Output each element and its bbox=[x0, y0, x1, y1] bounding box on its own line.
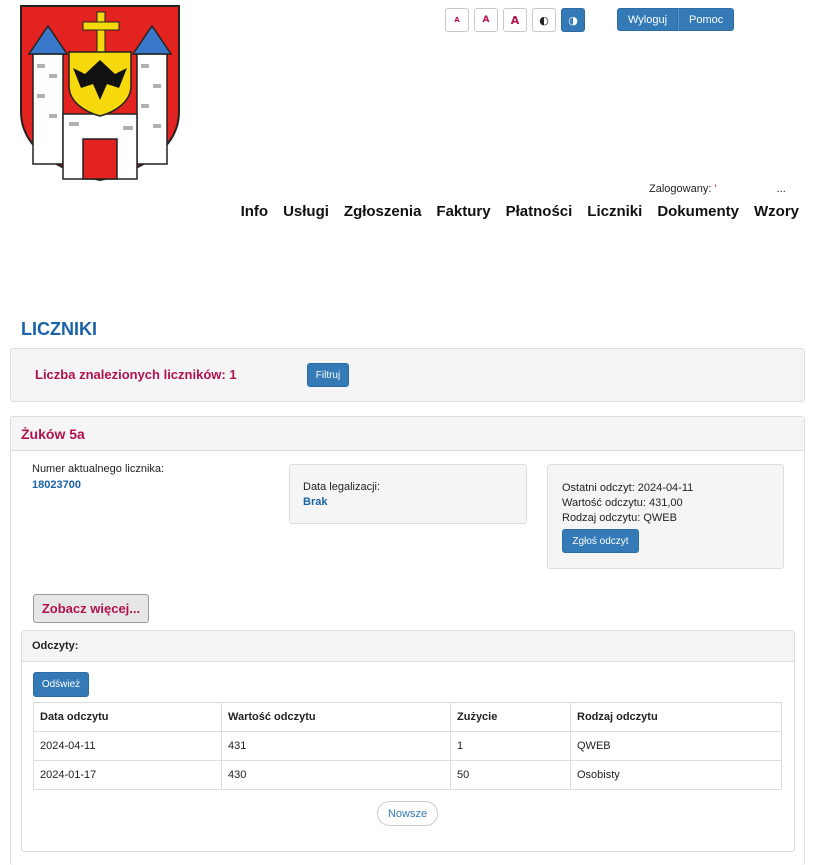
last-reading-box: Ostatni odczyt: 2024-04-11 Wartość odczy… bbox=[547, 464, 784, 569]
last-reading-type: Rodzaj odczytu: QWEB bbox=[562, 512, 677, 524]
table-cell: 1 bbox=[450, 731, 571, 761]
see-more-button[interactable]: Zobacz więcej... bbox=[33, 594, 149, 623]
table-row: 2024-04-11 431 1 QWEB bbox=[33, 731, 782, 761]
logged-in-label: Zalogowany: bbox=[649, 183, 712, 195]
page-title: LICZNIKI bbox=[21, 319, 97, 339]
report-reading-button[interactable]: Zgłoś odczyt bbox=[562, 529, 639, 553]
contrast-normal-button[interactable]: ◐ bbox=[532, 8, 556, 32]
font-size-small-button[interactable]: A bbox=[445, 8, 469, 32]
filter-button[interactable]: Filtruj bbox=[307, 363, 349, 387]
newer-button[interactable]: Nowsze bbox=[377, 801, 438, 826]
contrast-icon: ◑ bbox=[568, 13, 578, 27]
meter-address: Żuków 5a bbox=[11, 417, 804, 451]
coat-of-arms-icon bbox=[19, 4, 182, 182]
nav-uslugi[interactable]: Usługi bbox=[283, 203, 329, 220]
help-button[interactable]: Pomoc bbox=[678, 8, 735, 31]
table-cell: Osobisty bbox=[570, 760, 782, 790]
table-cell: 430 bbox=[221, 760, 451, 790]
readings-panel: Odczyty: Odśwież Data odczytu Wartość od… bbox=[21, 630, 795, 852]
nav-zgloszenia[interactable]: Zgłoszenia bbox=[344, 203, 422, 220]
table-cell: 431 bbox=[221, 731, 451, 761]
nav-platnosci[interactable]: Płatności bbox=[506, 203, 573, 220]
readings-title: Odczyty: bbox=[22, 631, 794, 662]
nav-wzory[interactable]: Wzory bbox=[754, 203, 799, 220]
nav-dokumenty[interactable]: Dokumenty bbox=[657, 203, 739, 220]
contrast-icon: ◐ bbox=[539, 13, 549, 27]
auth-button-group: Wyloguj Pomoc bbox=[617, 8, 735, 31]
logout-button[interactable]: Wyloguj bbox=[617, 8, 679, 31]
table-cell: 2024-04-11 bbox=[33, 731, 222, 761]
table-cell: 50 bbox=[450, 760, 571, 790]
meter-number-label: Numer aktualnego licznika: bbox=[32, 463, 165, 475]
column-header: Zużycie bbox=[450, 702, 571, 732]
legalization-box: Data legalizacji: Brak bbox=[289, 464, 527, 524]
logged-in-info: Zalogowany: ' ... bbox=[649, 183, 786, 195]
meter-number: 18023700 bbox=[32, 479, 81, 491]
font-size-large-button[interactable]: A bbox=[503, 8, 527, 32]
nav-info[interactable]: Info bbox=[241, 203, 269, 220]
logged-in-user: ' bbox=[714, 183, 717, 195]
meter-count: Liczba znalezionych liczników: 1 bbox=[35, 367, 237, 382]
font-size-medium-button[interactable]: A bbox=[474, 8, 498, 32]
table-header-row: Data odczytu Wartość odczytu Zużycie Rod… bbox=[33, 702, 782, 732]
column-header: Rodzaj odczytu bbox=[570, 702, 782, 732]
table-row: 2024-01-17 430 50 Osobisty bbox=[33, 760, 782, 790]
column-header: Data odczytu bbox=[33, 702, 222, 732]
meter-panel: Żuków 5a Numer aktualnego licznika: 1802… bbox=[10, 416, 805, 865]
nav-liczniki[interactable]: Liczniki bbox=[587, 203, 642, 220]
logged-in-user-suffix: ... bbox=[776, 183, 786, 195]
legalization-value: Brak bbox=[303, 496, 328, 508]
meter-number-block: Numer aktualnego licznika: 18023700 bbox=[32, 463, 164, 491]
column-header: Wartość odczytu bbox=[221, 702, 451, 732]
accessibility-toolbar: A A A ◐ ◑ bbox=[445, 8, 585, 32]
filter-bar: Liczba znalezionych liczników: 1 Filtruj bbox=[10, 348, 805, 402]
table-cell: QWEB bbox=[570, 731, 782, 761]
readings-table: Data odczytu Wartość odczytu Zużycie Rod… bbox=[33, 702, 782, 790]
main-navigation: Info Usługi Zgłoszenia Faktury Płatności… bbox=[241, 203, 799, 220]
nav-faktury[interactable]: Faktury bbox=[436, 203, 490, 220]
last-reading-date: Ostatni odczyt: 2024-04-11 bbox=[562, 482, 694, 494]
contrast-high-button[interactable]: ◑ bbox=[561, 8, 585, 32]
refresh-button[interactable]: Odśwież bbox=[33, 672, 89, 697]
last-reading-value: Wartość odczytu: 431,00 bbox=[562, 497, 683, 509]
legalization-label: Data legalizacji: bbox=[303, 481, 381, 493]
table-cell: 2024-01-17 bbox=[33, 760, 222, 790]
